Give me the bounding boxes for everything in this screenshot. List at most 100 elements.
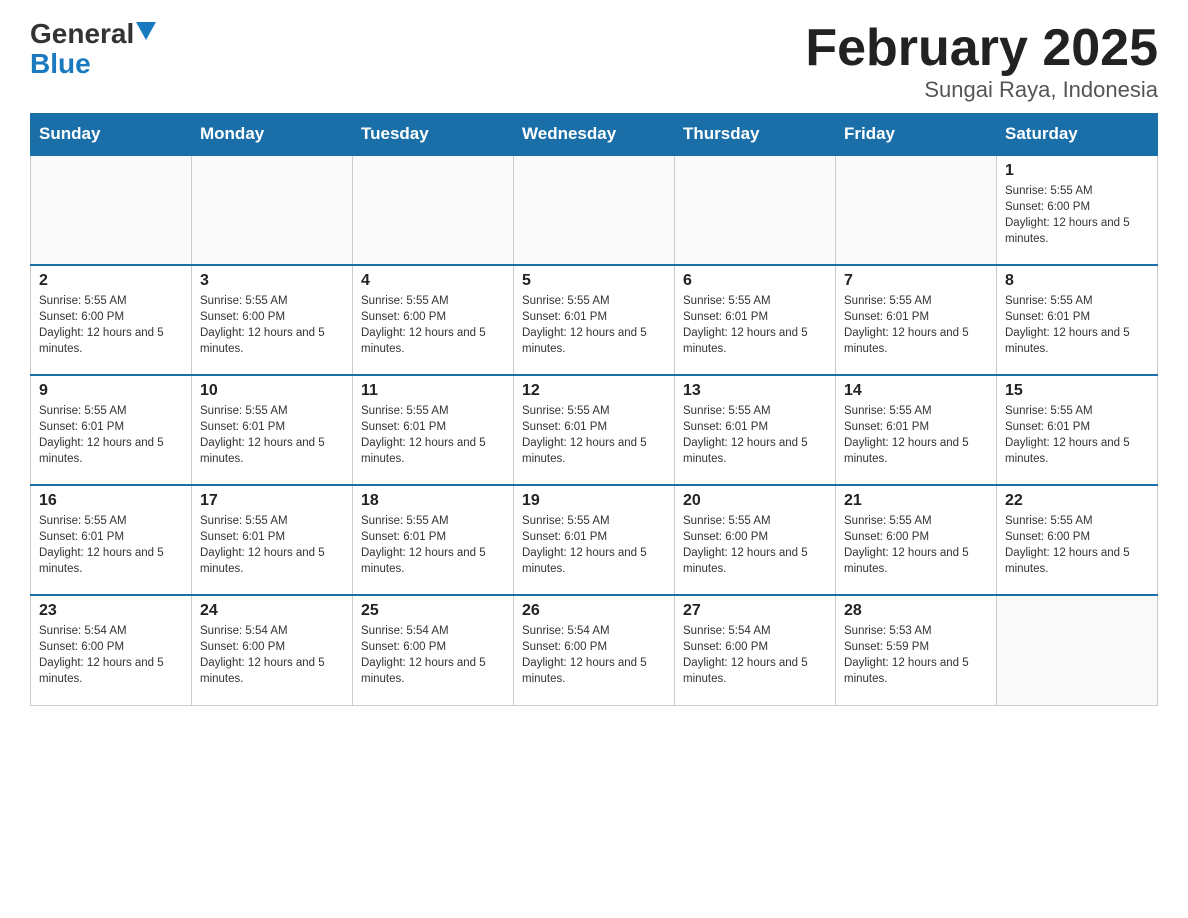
calendar-cell: 21Sunrise: 5:55 AMSunset: 6:00 PMDayligh…	[836, 485, 997, 595]
day-info: Sunrise: 5:54 AMSunset: 6:00 PMDaylight:…	[522, 623, 666, 687]
day-number: 2	[39, 272, 183, 290]
day-info: Sunrise: 5:55 AMSunset: 6:01 PMDaylight:…	[522, 403, 666, 467]
day-info: Sunrise: 5:55 AMSunset: 6:01 PMDaylight:…	[1005, 293, 1149, 357]
logo-arrow-icon	[136, 22, 156, 42]
day-info: Sunrise: 5:55 AMSunset: 6:01 PMDaylight:…	[522, 513, 666, 577]
calendar-table: SundayMondayTuesdayWednesdayThursdayFrid…	[30, 113, 1158, 706]
day-number: 27	[683, 602, 827, 620]
day-info: Sunrise: 5:55 AMSunset: 6:01 PMDaylight:…	[200, 513, 344, 577]
day-number: 12	[522, 382, 666, 400]
page-header: General Blue February 2025 Sungai Raya, …	[30, 20, 1158, 103]
day-number: 21	[844, 492, 988, 510]
calendar-cell: 16 Sunrise: 5:55 AMSunset: 6:01 PMDayligh…	[31, 485, 192, 595]
calendar-cell: 26 Sunrise: 5:54 AMSunset: 6:00 PMDayligh…	[514, 595, 675, 705]
calendar-cell: 1 Sunrise: 5:55 AMSunset: 6:00 PMDaylight…	[997, 155, 1158, 265]
day-info: Sunrise: 5:54 AMSunset: 6:00 PMDaylight:…	[39, 623, 183, 687]
calendar-cell: 27 Sunrise: 5:54 AMSunset: 6:00 PMDayligh…	[675, 595, 836, 705]
day-info: Sunrise: 5:53 AMSunset: 5:59 PMDaylight:…	[844, 623, 988, 687]
day-number: 9	[39, 382, 183, 400]
day-info: Sunrise: 5:55 AMSunset: 6:00 PMDaylight:…	[683, 513, 827, 577]
header-thursday: Thursday	[675, 114, 836, 156]
logo-general: General	[30, 20, 134, 48]
day-number: 24	[200, 602, 344, 620]
calendar-week-1: 1 Sunrise: 5:55 AMSunset: 6:00 PMDaylight…	[31, 155, 1158, 265]
calendar-location: Sungai Raya, Indonesia	[805, 77, 1158, 103]
day-info: Sunrise: 5:55 AMSunset: 6:00 PMDaylight:…	[1005, 183, 1149, 247]
day-number: 14	[844, 382, 988, 400]
day-number: 10	[200, 382, 344, 400]
logo-blue: Blue	[30, 48, 91, 80]
day-number: 26	[522, 602, 666, 620]
day-info: Sunrise: 5:55 AMSunset: 6:01 PMDaylight:…	[200, 403, 344, 467]
calendar-cell: 19 Sunrise: 5:55 AMSunset: 6:01 PMDayligh…	[514, 485, 675, 595]
day-number: 6	[683, 272, 827, 290]
calendar-week-4: 16 Sunrise: 5:55 AMSunset: 6:01 PMDayligh…	[31, 485, 1158, 595]
calendar-cell	[675, 155, 836, 265]
calendar-week-5: 23 Sunrise: 5:54 AMSunset: 6:00 PMDayligh…	[31, 595, 1158, 705]
day-info: Sunrise: 5:54 AMSunset: 6:00 PMDaylight:…	[683, 623, 827, 687]
day-number: 25	[361, 602, 505, 620]
day-info: Sunrise: 5:55 AMSunset: 6:01 PMDaylight:…	[361, 403, 505, 467]
day-info: Sunrise: 5:54 AMSunset: 6:00 PMDaylight:…	[200, 623, 344, 687]
day-info: Sunrise: 5:55 AMSunset: 6:00 PMDaylight:…	[361, 293, 505, 357]
day-number: 18	[361, 492, 505, 510]
calendar-cell: 22 Sunrise: 5:55 AMSunset: 6:00 PMDayligh…	[997, 485, 1158, 595]
calendar-cell: 14 Sunrise: 5:55 AMSunset: 6:01 PMDayligh…	[836, 375, 997, 485]
day-info: Sunrise: 5:55 AMSunset: 6:01 PMDaylight:…	[39, 403, 183, 467]
day-number: 22	[1005, 492, 1149, 510]
day-number: 19	[522, 492, 666, 510]
calendar-month-year: February 2025	[805, 20, 1158, 77]
calendar-cell: 28 Sunrise: 5:53 AMSunset: 5:59 PMDayligh…	[836, 595, 997, 705]
day-number: 1	[1005, 162, 1149, 180]
calendar-cell: 24 Sunrise: 5:54 AMSunset: 6:00 PMDayligh…	[192, 595, 353, 705]
header-sunday: Sunday	[31, 114, 192, 156]
day-number: 28	[844, 602, 988, 620]
day-info: Sunrise: 5:55 AMSunset: 6:00 PMDaylight:…	[39, 293, 183, 357]
day-info: Sunrise: 5:55 AMSunset: 6:01 PMDaylight:…	[361, 513, 505, 577]
day-info: Sunrise: 5:54 AMSunset: 6:00 PMDaylight:…	[361, 623, 505, 687]
calendar-cell: 5Sunrise: 5:55 AMSunset: 6:01 PMDaylight…	[514, 265, 675, 375]
day-number: 20	[683, 492, 827, 510]
calendar-cell	[192, 155, 353, 265]
day-number: 11	[361, 382, 505, 400]
header-wednesday: Wednesday	[514, 114, 675, 156]
day-number: 17	[200, 492, 344, 510]
day-number: 4	[361, 272, 505, 290]
day-info: Sunrise: 5:55 AMSunset: 6:01 PMDaylight:…	[39, 513, 183, 577]
calendar-header-row: SundayMondayTuesdayWednesdayThursdayFrid…	[31, 114, 1158, 156]
calendar-cell: 8 Sunrise: 5:55 AMSunset: 6:01 PMDaylight…	[997, 265, 1158, 375]
header-monday: Monday	[192, 114, 353, 156]
header-saturday: Saturday	[997, 114, 1158, 156]
day-info: Sunrise: 5:55 AMSunset: 6:01 PMDaylight:…	[683, 293, 827, 357]
calendar-cell	[836, 155, 997, 265]
logo: General Blue	[30, 20, 156, 80]
calendar-cell: 15 Sunrise: 5:55 AMSunset: 6:01 PMDayligh…	[997, 375, 1158, 485]
calendar-week-3: 9 Sunrise: 5:55 AMSunset: 6:01 PMDaylight…	[31, 375, 1158, 485]
calendar-cell: 11 Sunrise: 5:55 AMSunset: 6:01 PMDayligh…	[353, 375, 514, 485]
day-info: Sunrise: 5:55 AMSunset: 6:01 PMDaylight:…	[683, 403, 827, 467]
calendar-cell: 20 Sunrise: 5:55 AMSunset: 6:00 PMDayligh…	[675, 485, 836, 595]
day-number: 13	[683, 382, 827, 400]
calendar-week-2: 2 Sunrise: 5:55 AMSunset: 6:00 PMDaylight…	[31, 265, 1158, 375]
day-info: Sunrise: 5:55 AMSunset: 6:01 PMDaylight:…	[1005, 403, 1149, 467]
day-number: 8	[1005, 272, 1149, 290]
calendar-cell: 23 Sunrise: 5:54 AMSunset: 6:00 PMDayligh…	[31, 595, 192, 705]
day-number: 15	[1005, 382, 1149, 400]
day-info: Sunrise: 5:55 AMSunset: 6:00 PMDaylight:…	[200, 293, 344, 357]
calendar-cell: 7 Sunrise: 5:55 AMSunset: 6:01 PMDaylight…	[836, 265, 997, 375]
calendar-cell: 12 Sunrise: 5:55 AMSunset: 6:01 PMDayligh…	[514, 375, 675, 485]
calendar-cell	[997, 595, 1158, 705]
calendar-cell: 13 Sunrise: 5:55 AMSunset: 6:01 PMDayligh…	[675, 375, 836, 485]
calendar-cell: 2 Sunrise: 5:55 AMSunset: 6:00 PMDaylight…	[31, 265, 192, 375]
calendar-cell: 6 Sunrise: 5:55 AMSunset: 6:01 PMDaylight…	[675, 265, 836, 375]
day-number: 7	[844, 272, 988, 290]
calendar-cell: 10 Sunrise: 5:55 AMSunset: 6:01 PMDayligh…	[192, 375, 353, 485]
calendar-cell	[353, 155, 514, 265]
day-number: 16	[39, 492, 183, 510]
day-info: Sunrise: 5:55 AMSunset: 6:01 PMDaylight:…	[844, 403, 988, 467]
day-info: Sunrise: 5:55 AMSunset: 6:00 PMDaylight:…	[1005, 513, 1149, 577]
day-info: Sunrise: 5:55 AMSunset: 6:01 PMDaylight:…	[522, 293, 666, 357]
header-tuesday: Tuesday	[353, 114, 514, 156]
day-info: Sunrise: 5:55 AMSunset: 6:01 PMDaylight:…	[844, 293, 988, 357]
day-number: 23	[39, 602, 183, 620]
